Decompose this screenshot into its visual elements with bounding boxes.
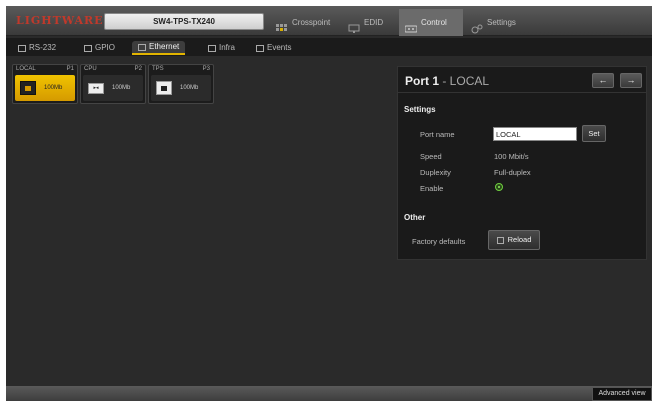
settings-icon: [471, 18, 483, 33]
port-tile-tps[interactable]: TPS P3 100Mb: [148, 64, 214, 104]
rs232-icon: [18, 44, 26, 52]
tab-gpio[interactable]: GPIO: [78, 41, 121, 55]
tab-label: Infra: [219, 43, 236, 52]
prev-port-button[interactable]: ←: [592, 73, 614, 88]
port-name: CPU: [84, 66, 97, 72]
tab-events[interactable]: Events: [250, 41, 297, 55]
port-number: P3: [202, 66, 210, 72]
advanced-view-button[interactable]: Advanced view: [592, 387, 652, 401]
port-settings-panel: Port 1 - LOCAL ← → Settings Port name Se…: [397, 66, 647, 260]
cpu-port-icon: ▸◂: [88, 82, 104, 94]
nav-tab-edid[interactable]: EDID: [342, 9, 398, 36]
port-tile-body: 100Mb: [151, 75, 211, 101]
nav-tab-label: Crosspoint: [292, 18, 331, 27]
nav-tab-crosspoint[interactable]: Crosspoint: [270, 9, 338, 36]
port-name-input[interactable]: [493, 127, 577, 141]
ethernet-jack-icon: [20, 81, 36, 95]
app-window: LIGHTWARE SW4-TPS-TX240 Crosspoint EDID …: [6, 6, 652, 401]
next-port-button[interactable]: →: [620, 73, 642, 88]
set-button[interactable]: Set: [582, 125, 606, 142]
settings-heading: Settings: [404, 105, 436, 114]
device-name-label: SW4-TPS-TX240: [104, 13, 264, 30]
reload-icon: [496, 236, 504, 244]
port-tile-local[interactable]: LOCAL P1 100Mb: [12, 64, 78, 104]
speed-value: 100 Mbit/s: [494, 152, 529, 161]
infra-icon: [208, 44, 216, 52]
enable-label: Enable: [420, 184, 444, 193]
tab-label: RS-232: [29, 43, 57, 52]
gpio-icon: [84, 44, 92, 52]
port-tile-body: 100Mb: [15, 75, 75, 101]
events-icon: [256, 44, 264, 52]
tab-label: Ethernet: [149, 42, 180, 51]
edid-icon: [348, 18, 360, 33]
panel-header: Port 1 - LOCAL ← →: [398, 67, 646, 93]
logo: LIGHTWARE: [16, 14, 104, 27]
port-number: P1: [66, 66, 74, 72]
tab-infra[interactable]: Infra: [202, 41, 241, 55]
top-bar: LIGHTWARE SW4-TPS-TX240 Crosspoint EDID …: [6, 6, 652, 36]
speed-label: Speed: [420, 152, 442, 161]
other-heading: Other: [404, 213, 426, 222]
logo-text: LIGHTWARE: [16, 14, 104, 27]
nav-tab-control[interactable]: Control: [399, 9, 463, 36]
ethernet-jack-icon: [156, 81, 172, 95]
tab-ethernet[interactable]: Ethernet: [132, 41, 186, 55]
sub-tab-bar: RS-232 GPIO Ethernet Infra Events: [6, 38, 652, 56]
nav-tab-label: Control: [421, 18, 447, 27]
nav-tab-label: Settings: [487, 18, 516, 27]
port-name-label: Port name: [420, 130, 455, 139]
duplexity-label: Duplexity: [420, 168, 451, 177]
reload-button[interactable]: Reload: [488, 230, 540, 250]
port-tile-body: ▸◂ 100Mb: [83, 75, 143, 101]
bottom-bar: [6, 386, 652, 401]
tab-rs232[interactable]: RS-232: [12, 41, 62, 55]
port-speed: 100Mb: [44, 85, 63, 91]
port-speed: 100Mb: [180, 85, 199, 91]
tab-label: GPIO: [95, 43, 116, 52]
nav-tab-settings[interactable]: Settings: [465, 9, 529, 36]
control-icon: [404, 18, 418, 32]
port-tile-cpu[interactable]: CPU P2 ▸◂ 100Mb: [80, 64, 146, 104]
arrow-right-icon: →: [626, 75, 636, 85]
crosspoint-icon: [276, 18, 288, 31]
tab-label: Events: [267, 43, 292, 52]
port-number: P2: [134, 66, 142, 72]
port-title: Port 1: [405, 74, 440, 88]
arrow-left-icon: ←: [598, 75, 608, 85]
factory-defaults-label: Factory defaults: [412, 237, 466, 246]
port-subtitle: - LOCAL: [439, 74, 490, 88]
port-speed: 100Mb: [112, 85, 131, 91]
duplexity-value: Full-duplex: [494, 168, 531, 177]
reload-label: Reload: [507, 235, 532, 244]
nav-tab-label: EDID: [364, 18, 384, 27]
enable-status-icon[interactable]: [495, 183, 503, 191]
panel-title: Port 1 - LOCAL: [405, 74, 489, 88]
ethernet-icon: [138, 43, 146, 51]
port-name: TPS: [152, 66, 164, 72]
port-name: LOCAL: [16, 66, 36, 72]
